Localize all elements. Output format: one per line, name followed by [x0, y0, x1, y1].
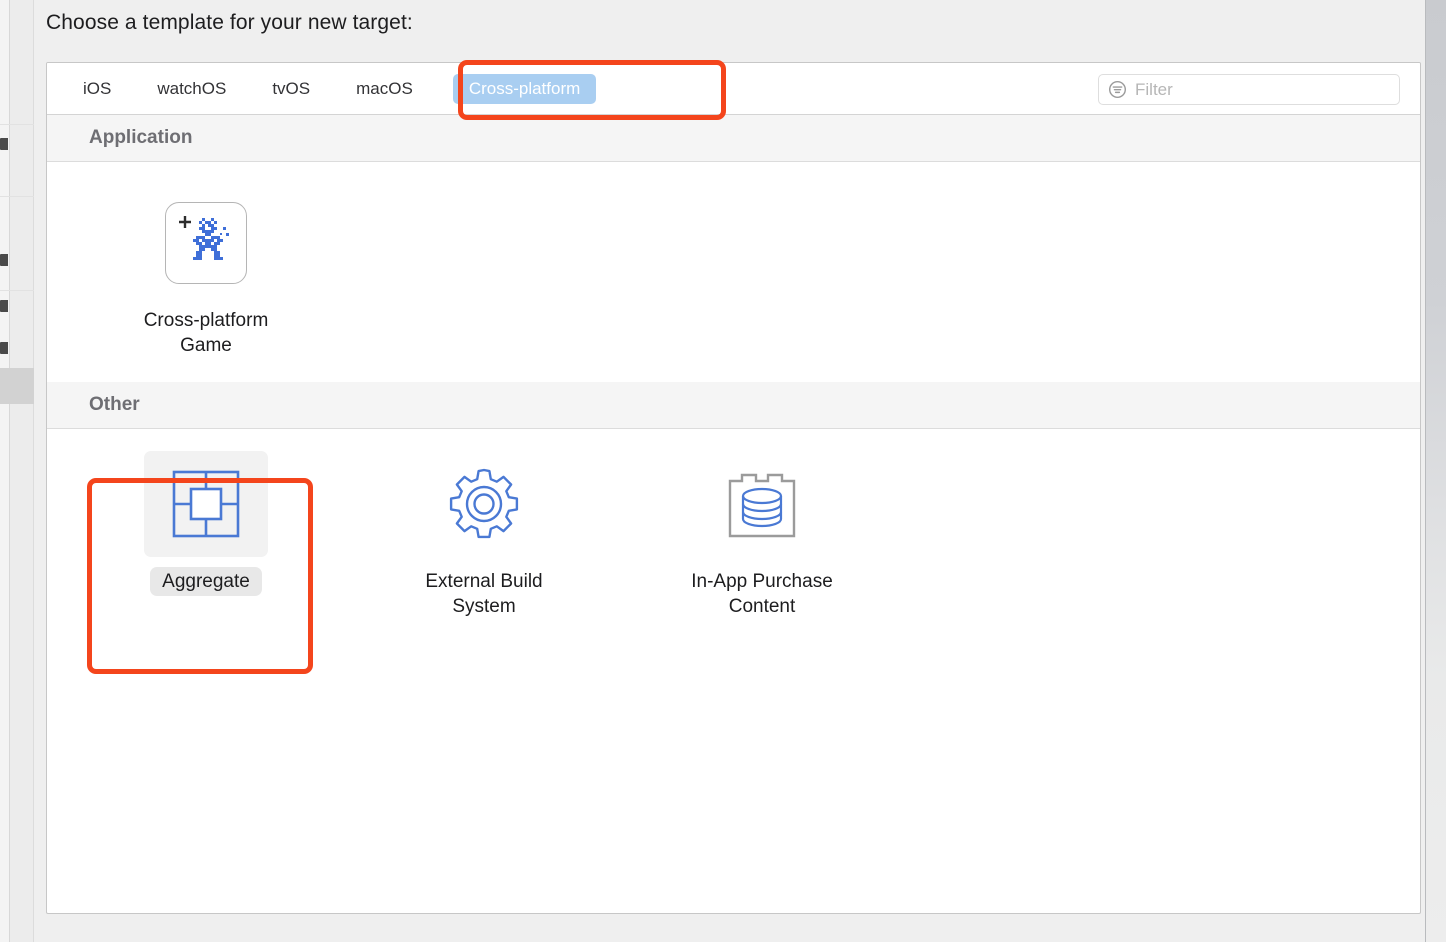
in-app-purchase-crate-icon [728, 473, 796, 538]
group-header-other: Other [47, 382, 1420, 429]
template-cell-aggregate[interactable]: Aggregate [67, 439, 345, 655]
tab-cross-platform[interactable]: Cross-platform [452, 73, 597, 104]
template-label: Aggregate [150, 567, 262, 596]
tab-macos[interactable]: macOS [342, 74, 427, 104]
background-window-right-edge [1425, 0, 1446, 942]
template-icon-box [144, 451, 268, 557]
template-chooser-panel: iOS watchOS tvOS macOS Cross-platform Ap… [46, 62, 1421, 914]
tab-tvos[interactable]: tvOS [258, 74, 324, 104]
tab-ios[interactable]: iOS [69, 74, 125, 104]
template-icon-box [700, 451, 824, 557]
background-window-sliver [0, 0, 34, 942]
template-grid-other: Aggregate External Build System In-App P… [47, 429, 1420, 669]
page-title: Choose a template for your new target: [46, 11, 413, 34]
platform-tabbar: iOS watchOS tvOS macOS Cross-platform [47, 63, 1420, 115]
filter-icon [1108, 80, 1127, 99]
template-icon-box [422, 451, 546, 557]
template-cell-in-app-purchase-content[interactable]: In-App Purchase Content [623, 439, 901, 655]
cutoff-selected-row [0, 368, 34, 404]
cutoff-row-glyph [0, 138, 8, 150]
gear-icon [449, 468, 519, 539]
cutoff-row-glyph [0, 342, 8, 354]
cutoff-row-glyph [0, 254, 8, 266]
template-label: In-App Purchase Content [691, 571, 833, 617]
template-icon-box [144, 190, 268, 296]
template-cell-external-build-system[interactable]: External Build System [345, 439, 623, 655]
template-label: External Build System [425, 571, 543, 617]
filter-field[interactable] [1098, 74, 1400, 105]
pixel-robot-game-icon [165, 202, 247, 284]
filter-input[interactable] [1135, 79, 1385, 100]
group-header-application: Application [47, 115, 1420, 162]
cutoff-row-glyph [0, 300, 8, 312]
template-label: Cross-platform Game [143, 310, 269, 356]
aggregate-grid-icon [172, 470, 240, 538]
tab-watchos[interactable]: watchOS [143, 74, 240, 104]
template-cell-cross-platform-game[interactable]: Cross-platform Game [67, 178, 345, 368]
template-grid-application: Cross-platform Game [47, 162, 1420, 382]
